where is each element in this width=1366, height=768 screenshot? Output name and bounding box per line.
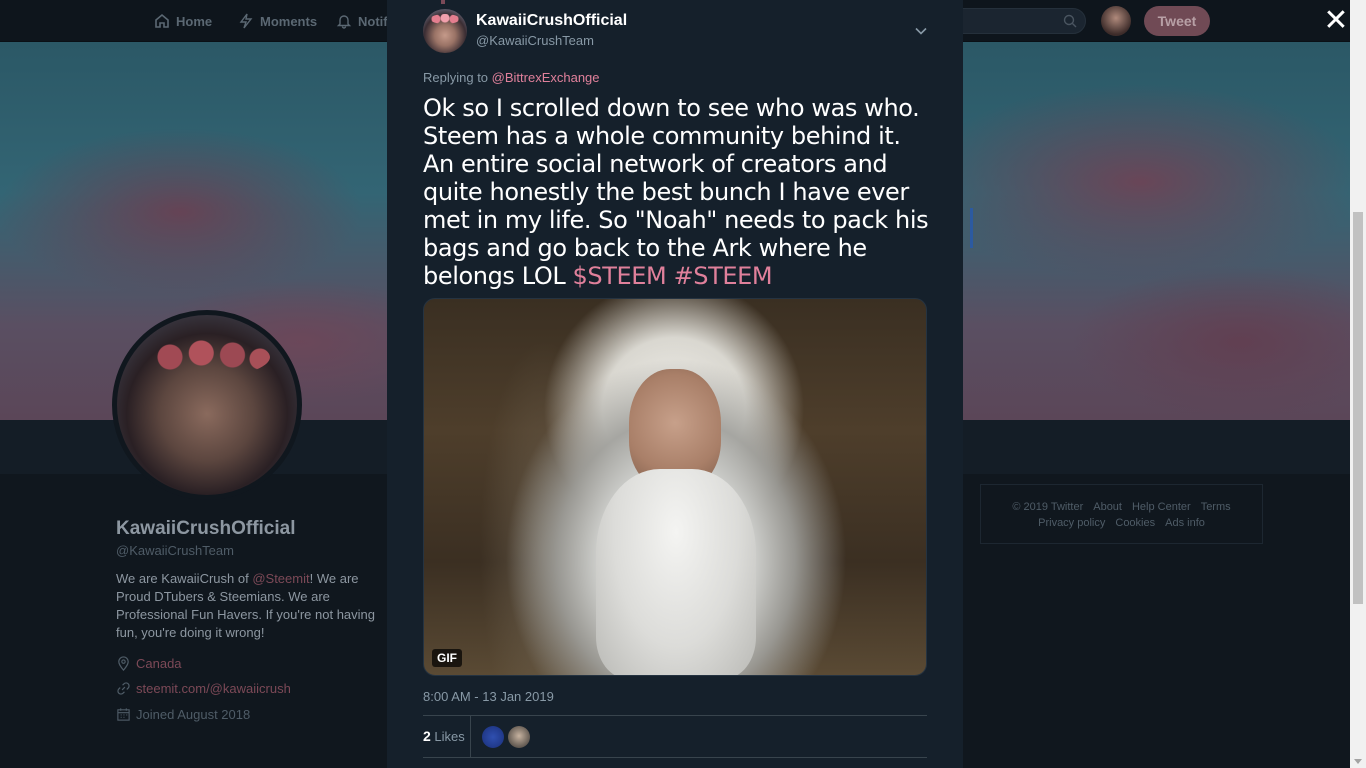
- liker-avatar[interactable]: [508, 726, 530, 748]
- nav-home[interactable]: Home: [154, 12, 212, 30]
- calendar-icon: [117, 707, 130, 721]
- nav-home-label: Home: [176, 13, 213, 29]
- bio-mention-link[interactable]: @Steemit: [252, 571, 309, 586]
- bell-icon: [336, 15, 352, 29]
- website-link[interactable]: steemit.com/@kawaiicrush: [136, 681, 291, 696]
- tweet-body: Ok so I scrolled down to see who was who…: [423, 94, 929, 290]
- tweet-modal: KawaiiCrushOfficial @KawaiiCrushTeam Rep…: [387, 0, 963, 768]
- tweet-author-name[interactable]: KawaiiCrushOfficial: [476, 12, 627, 30]
- location-link[interactable]: Canada: [136, 656, 182, 671]
- nav-moments-label: Moments: [260, 13, 318, 29]
- footer-about-link[interactable]: About: [1093, 499, 1122, 515]
- footer-terms-link[interactable]: Terms: [1201, 499, 1231, 515]
- lightning-icon: [239, 13, 253, 29]
- footer-copyright: © 2019 Twitter: [1012, 501, 1084, 513]
- divider-bottom: [423, 757, 927, 758]
- profile-bio: We are KawaiiCrush of @Steemit! We are P…: [116, 570, 376, 642]
- tweet-author-handle[interactable]: @KawaiiCrushTeam: [476, 33, 594, 48]
- footer-row-1: © 2019 Twitter About Help Center Terms: [981, 499, 1262, 515]
- footer-ads-link[interactable]: Ads info: [1165, 515, 1205, 531]
- footer-row-2: Privacy policy Cookies Ads info: [981, 515, 1262, 531]
- flower-crown: [145, 337, 270, 377]
- replying-to-link[interactable]: @BittrexExchange: [492, 70, 600, 85]
- footer-privacy-link[interactable]: Privacy policy: [1038, 515, 1105, 531]
- profile-avatar[interactable]: [112, 310, 302, 500]
- gif-badge: GIF: [432, 649, 462, 667]
- search-icon[interactable]: [1063, 14, 1077, 28]
- footer-cookies-link[interactable]: Cookies: [1115, 515, 1155, 531]
- liker-avatar-steem[interactable]: [482, 726, 504, 748]
- avatar-flower-crown: [430, 14, 460, 24]
- profile-location: Canada: [116, 654, 182, 672]
- close-icon[interactable]: ✕: [1322, 6, 1350, 36]
- page-scrollbar[interactable]: [1350, 0, 1366, 768]
- profile-name[interactable]: KawaiiCrushOfficial: [116, 518, 296, 540]
- tweet-author-avatar[interactable]: [423, 9, 467, 53]
- likes-count[interactable]: 2 Likes: [423, 728, 465, 744]
- hashtag-cashtag[interactable]: $STEEM: [573, 262, 667, 290]
- profile-handle[interactable]: @KawaiiCrushTeam: [116, 543, 234, 558]
- scroll-down-arrow-icon[interactable]: [1354, 759, 1362, 764]
- profile-website: steemit.com/@kawaiicrush: [116, 679, 291, 697]
- thread-line: [441, 0, 445, 4]
- scrollbar-thumb[interactable]: [1353, 212, 1363, 604]
- link-icon: [117, 681, 130, 695]
- home-icon: [155, 13, 169, 28]
- hashtag-steem[interactable]: #STEEM: [674, 262, 773, 290]
- likes-number: 2: [423, 728, 431, 744]
- tweet-text: Ok so I scrolled down to see who was who…: [423, 94, 935, 290]
- divider-top: [423, 715, 927, 716]
- replying-to: Replying to @BittrexExchange: [423, 70, 600, 85]
- tweet-timestamp[interactable]: 8:00 AM - 13 Jan 2019: [423, 689, 554, 704]
- tweet-button[interactable]: Tweet: [1144, 6, 1210, 36]
- footer-links-box: © 2019 Twitter About Help Center Terms P…: [980, 484, 1263, 544]
- nav-notifications[interactable]: Notif: [336, 12, 388, 30]
- banner-mark: [970, 208, 973, 248]
- chevron-down-icon[interactable]: [914, 24, 928, 38]
- location-pin-icon: [118, 655, 129, 671]
- profile-joined: Joined August 2018: [116, 705, 250, 723]
- nav-moments[interactable]: Moments: [238, 12, 317, 30]
- replying-label: Replying to: [423, 70, 492, 85]
- joined-date: Joined August 2018: [136, 706, 251, 722]
- bio-text-start: We are KawaiiCrush of: [116, 571, 253, 586]
- nav-notifications-label: Notif: [358, 13, 388, 29]
- likes-label: Likes: [434, 729, 465, 744]
- nav-avatar[interactable]: [1101, 6, 1131, 36]
- likes-separator: [470, 716, 471, 757]
- gif-beard: [596, 469, 756, 675]
- tweet-gif-media[interactable]: GIF: [423, 298, 927, 676]
- footer-help-link[interactable]: Help Center: [1132, 499, 1191, 515]
